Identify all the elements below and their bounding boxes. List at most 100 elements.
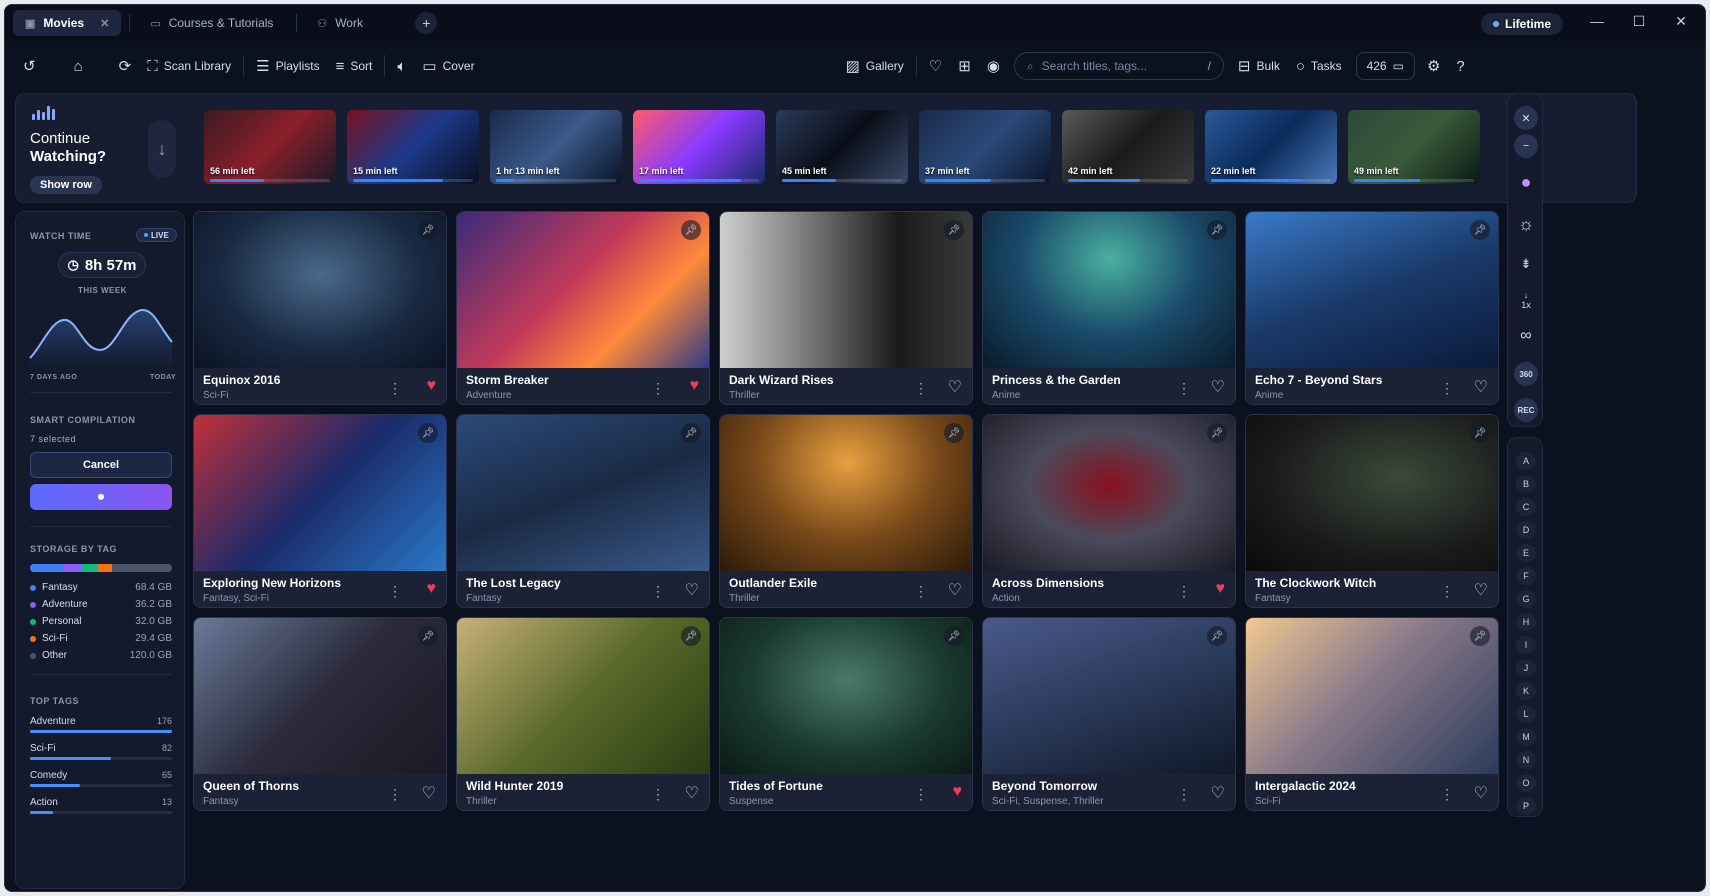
favorite-heart-icon[interactable]: ♥: [427, 377, 437, 395]
letter-e[interactable]: E: [1516, 544, 1536, 562]
refresh-button[interactable]: ⟳: [111, 50, 140, 82]
movie-card[interactable]: 📌︎ Dark Wizard Rises Thriller ⋮ ♡: [719, 211, 973, 405]
letter-h[interactable]: H: [1516, 613, 1536, 631]
letter-c[interactable]: C: [1516, 498, 1536, 516]
continue-thumb[interactable]: 56 min left: [204, 110, 336, 184]
pin-icon[interactable]: 📌︎: [1207, 626, 1227, 646]
minimize-icon[interactable]: —: [1587, 13, 1607, 29]
more-options-icon[interactable]: ⋮: [1177, 786, 1191, 803]
playlists-button[interactable]: ☰ Playlists: [248, 50, 327, 82]
poster-image[interactable]: [457, 415, 709, 571]
favorite-heart-icon[interactable]: ♡: [685, 783, 699, 803]
more-options-icon[interactable]: ⋮: [651, 786, 665, 803]
vr-360-button[interactable]: 360: [1514, 362, 1538, 386]
continue-thumb[interactable]: 37 min left: [919, 110, 1051, 184]
volume-button[interactable]: 🔈︎: [389, 50, 414, 82]
maximize-icon[interactable]: ☐: [1629, 13, 1649, 30]
movie-card[interactable]: 📌︎ Exploring New Horizons Fantasy, Sci-Fi ⋮…: [193, 414, 447, 608]
letter-p[interactable]: P: [1516, 797, 1536, 815]
pin-icon[interactable]: 📌︎: [944, 220, 964, 240]
more-options-icon[interactable]: ⋮: [914, 380, 928, 397]
cancel-button[interactable]: Cancel: [30, 452, 172, 478]
pin-icon[interactable]: 📌︎: [1470, 423, 1490, 443]
poster-image[interactable]: [983, 212, 1235, 368]
tab-movies[interactable]: ▣ Movies ✕: [13, 10, 122, 36]
arrow-down-icon[interactable]: ↓: [148, 120, 176, 178]
letter-m[interactable]: M: [1516, 728, 1536, 746]
top-tag-item[interactable]: Sci-Fi 82: [30, 743, 172, 761]
letter-d[interactable]: D: [1516, 521, 1536, 539]
show-row-button[interactable]: Show row: [30, 176, 102, 194]
letter-o[interactable]: O: [1516, 774, 1536, 792]
pin-icon[interactable]: 📌︎: [418, 626, 438, 646]
movie-card[interactable]: 📌︎ The Clockwork Witch Fantasy ⋮ ♡: [1245, 414, 1499, 608]
more-options-icon[interactable]: ⋮: [388, 786, 402, 803]
poster-image[interactable]: [194, 212, 446, 368]
settings-button[interactable]: ⚙: [1419, 50, 1448, 82]
grid-view-button[interactable]: ⊞: [950, 50, 979, 82]
more-options-icon[interactable]: ⋮: [388, 583, 402, 600]
favorite-heart-icon[interactable]: ♡: [422, 783, 436, 803]
movie-card[interactable]: 📌︎ Storm Breaker Adventure ⋮ ♥: [456, 211, 710, 405]
speed-control[interactable]: ↓ 1x: [1514, 288, 1538, 312]
letter-k[interactable]: K: [1516, 682, 1536, 700]
more-options-icon[interactable]: ⋮: [914, 583, 928, 600]
letter-n[interactable]: N: [1516, 751, 1536, 769]
contrast-icon[interactable]: ⇟: [1514, 252, 1538, 276]
movie-card[interactable]: 📌︎ Echo 7 - Beyond Stars Anime ⋮ ♡: [1245, 211, 1499, 405]
pin-icon[interactable]: 📌︎: [1470, 626, 1490, 646]
poster-image[interactable]: [720, 618, 972, 774]
movie-card[interactable]: 📌︎ The Lost Legacy Fantasy ⋮ ♡: [456, 414, 710, 608]
movie-card[interactable]: 📌︎ Princess & the Garden Anime ⋮ ♡: [982, 211, 1236, 405]
more-options-icon[interactable]: ⋮: [651, 380, 665, 397]
continue-thumb[interactable]: 17 min left: [633, 110, 765, 184]
favorite-heart-icon[interactable]: ♥: [1216, 580, 1226, 598]
back-button[interactable]: ↺: [15, 50, 44, 82]
favorite-heart-icon[interactable]: ♥: [953, 783, 963, 801]
more-options-icon[interactable]: ⋮: [1440, 380, 1454, 397]
movie-card[interactable]: 📌︎ Intergalactic 2024 Sci-Fi ⋮ ♡: [1245, 617, 1499, 811]
poster-image[interactable]: [194, 415, 446, 571]
poster-image[interactable]: [457, 618, 709, 774]
letter-i[interactable]: I: [1516, 636, 1536, 654]
lifetime-badge[interactable]: Lifetime: [1481, 13, 1564, 35]
continue-thumb[interactable]: 15 min left: [347, 110, 479, 184]
cover-button[interactable]: ▭ Cover: [414, 50, 482, 82]
top-tag-item[interactable]: Adventure 176: [30, 716, 172, 734]
library-count[interactable]: 426 ▭: [1355, 52, 1415, 80]
minus-icon[interactable]: −: [1514, 134, 1538, 158]
continue-thumb[interactable]: 22 min left: [1205, 110, 1337, 184]
favorite-heart-icon[interactable]: ♡: [948, 377, 962, 397]
more-options-icon[interactable]: ⋮: [1440, 583, 1454, 600]
movie-card[interactable]: 📌︎ Equinox 2016 Sci-Fi ⋮ ♥: [193, 211, 447, 405]
continue-thumb[interactable]: 49 min left: [1348, 110, 1480, 184]
favorite-heart-icon[interactable]: ♡: [1211, 783, 1225, 803]
pin-icon[interactable]: 📌︎: [1470, 220, 1490, 240]
favorite-heart-icon[interactable]: ♡: [685, 580, 699, 600]
more-options-icon[interactable]: ⋮: [1177, 583, 1191, 600]
continue-thumb[interactable]: 45 min left: [776, 110, 908, 184]
poster-image[interactable]: [983, 415, 1235, 571]
movie-card[interactable]: 📌︎ Beyond Tomorrow Sci-Fi, Suspense, Thril…: [982, 617, 1236, 811]
new-tab-button[interactable]: +: [415, 12, 438, 34]
lightbulb-icon[interactable]: ●: [1514, 170, 1538, 194]
letter-b[interactable]: B: [1516, 475, 1536, 493]
bulk-button[interactable]: ⊟ Bulk: [1230, 50, 1288, 82]
poster-image[interactable]: [1246, 618, 1498, 774]
letter-a[interactable]: A: [1516, 452, 1536, 470]
close-icon[interactable]: ✕: [1514, 106, 1538, 130]
more-options-icon[interactable]: ⋮: [388, 380, 402, 397]
movie-card[interactable]: 📌︎ Wild Hunter 2019 Thriller ⋮ ♡: [456, 617, 710, 811]
top-tag-item[interactable]: Comedy 65: [30, 770, 172, 788]
compile-video-button[interactable]: ⏺: [30, 484, 172, 510]
continue-thumb[interactable]: 42 min left: [1062, 110, 1194, 184]
poster-image[interactable]: [457, 212, 709, 368]
movie-card[interactable]: 📌︎ Across Dimensions Action ⋮ ♥: [982, 414, 1236, 608]
letter-f[interactable]: F: [1516, 567, 1536, 585]
poster-image[interactable]: [1246, 415, 1498, 571]
close-tab-icon[interactable]: ✕: [100, 17, 109, 30]
record-button[interactable]: REC: [1514, 398, 1538, 422]
loop-icon[interactable]: ∞: [1514, 324, 1538, 348]
movie-card[interactable]: 📌︎ Queen of Thorns Fantasy ⋮ ♡: [193, 617, 447, 811]
pin-icon[interactable]: 📌︎: [944, 626, 964, 646]
